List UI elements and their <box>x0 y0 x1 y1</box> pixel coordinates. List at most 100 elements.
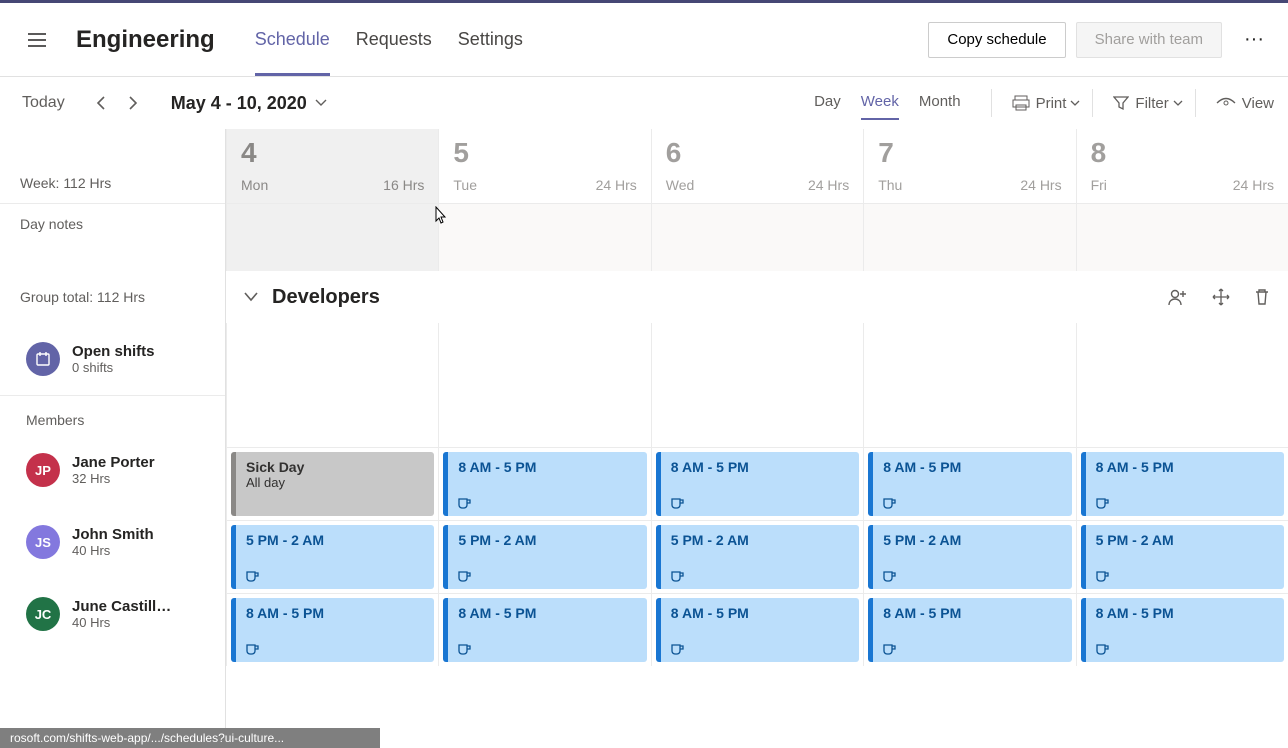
toolbar: Today May 4 - 10, 2020 Day Week Month Pr… <box>0 77 1288 129</box>
shift-card[interactable]: 8 AM - 5 PM <box>231 598 434 662</box>
filter-icon <box>1113 95 1129 111</box>
shift-cell[interactable] <box>651 323 863 447</box>
day-note-cell[interactable] <box>226 204 438 271</box>
shift-cell[interactable]: 5 PM - 2 AM <box>438 520 650 593</box>
shift-card[interactable]: 8 AM - 5 PM <box>443 598 646 662</box>
shift-card[interactable]: 5 PM - 2 AM <box>1081 525 1284 589</box>
shift-card[interactable]: 5 PM - 2 AM <box>443 525 646 589</box>
day-of-week: Fri <box>1091 177 1107 193</box>
member-row-john[interactable]: JS John Smith 40 Hrs <box>0 506 225 578</box>
shift-cell[interactable]: Sick DayAll day <box>226 447 438 520</box>
shift-cell[interactable]: 8 AM - 5 PM <box>863 447 1075 520</box>
shift-cell[interactable]: 5 PM - 2 AM <box>1076 520 1288 593</box>
day-note-cell[interactable] <box>438 204 650 271</box>
share-with-team-button[interactable]: Share with team <box>1076 22 1222 58</box>
day-hours: 24 Hrs <box>1233 177 1274 193</box>
shift-cell[interactable]: 8 AM - 5 PM <box>651 593 863 666</box>
shift-cell[interactable] <box>226 323 438 447</box>
shift-card[interactable]: 8 AM - 5 PM <box>1081 452 1284 516</box>
today-button[interactable]: Today <box>22 94 65 112</box>
print-button[interactable]: Print <box>1012 94 1087 112</box>
date-range-picker[interactable]: May 4 - 10, 2020 <box>171 93 327 114</box>
collapse-group-button[interactable] <box>244 292 258 302</box>
shift-cell[interactable]: 8 AM - 5 PM <box>651 447 863 520</box>
next-week-button[interactable] <box>117 87 149 119</box>
chevron-down-icon <box>1070 100 1086 107</box>
day-header[interactable]: 7 Thu 24 Hrs <box>863 129 1075 203</box>
shift-cell[interactable]: 8 AM - 5 PM <box>1076 447 1288 520</box>
tab-settings[interactable]: Settings <box>458 3 523 76</box>
shift-cell[interactable]: 5 PM - 2 AM <box>226 520 438 593</box>
day-hours: 24 Hrs <box>808 177 849 193</box>
shift-cell[interactable]: 8 AM - 5 PM <box>863 593 1075 666</box>
team-title: Engineering <box>76 26 215 54</box>
group-header: Developers <box>226 271 1288 323</box>
shift-cell[interactable]: 8 AM - 5 PM <box>438 593 650 666</box>
view-week[interactable]: Week <box>861 93 899 114</box>
shift-cell[interactable] <box>863 323 1075 447</box>
open-shifts-row[interactable]: Open shifts 0 shifts <box>0 323 225 395</box>
hamburger-icon[interactable] <box>20 23 54 57</box>
member-row-jane[interactable]: JP Jane Porter 32 Hrs <box>0 434 225 506</box>
day-header[interactable]: 6 Wed 24 Hrs <box>651 129 863 203</box>
move-icon[interactable] <box>1212 288 1230 306</box>
shift-time: 8 AM - 5 PM <box>1096 605 1274 621</box>
day-note-cell[interactable] <box>1076 204 1288 271</box>
shift-time: 5 PM - 2 AM <box>246 532 424 548</box>
filter-button[interactable]: Filter <box>1113 95 1188 112</box>
shift-card[interactable]: 8 AM - 5 PM <box>1081 598 1284 662</box>
chevron-down-icon <box>315 99 327 107</box>
day-notes-label: Day notes <box>0 203 225 271</box>
shift-cell[interactable] <box>438 323 650 447</box>
more-icon[interactable]: ··· <box>1234 28 1274 51</box>
day-header[interactable]: 5 Tue 24 Hrs <box>438 129 650 203</box>
tab-schedule[interactable]: Schedule <box>255 3 330 76</box>
shift-card[interactable]: 8 AM - 5 PM <box>443 452 646 516</box>
shift-time: 8 AM - 5 PM <box>458 459 636 475</box>
view-month[interactable]: Month <box>919 93 961 114</box>
print-label: Print <box>1036 95 1067 112</box>
delete-icon[interactable] <box>1254 288 1270 306</box>
shift-card[interactable]: 5 PM - 2 AM <box>868 525 1071 589</box>
prev-week-button[interactable] <box>85 87 117 119</box>
copy-schedule-button[interactable]: Copy schedule <box>928 22 1065 58</box>
day-note-cell[interactable] <box>651 204 863 271</box>
shift-card[interactable]: 8 AM - 5 PM <box>656 452 859 516</box>
day-header[interactable]: 8 Fri 24 Hrs <box>1076 129 1288 203</box>
shift-cell[interactable]: 8 AM - 5 PM <box>1076 593 1288 666</box>
shift-cell[interactable]: 5 PM - 2 AM <box>651 520 863 593</box>
avatar: JP <box>26 453 60 487</box>
tab-requests[interactable]: Requests <box>356 3 432 76</box>
shift-cell[interactable]: 5 PM - 2 AM <box>863 520 1075 593</box>
break-icon <box>1096 498 1110 510</box>
shift-cell[interactable] <box>1076 323 1288 447</box>
view-day[interactable]: Day <box>814 93 841 114</box>
day-of-week: Thu <box>878 177 902 193</box>
shift-time: 8 AM - 5 PM <box>883 459 1061 475</box>
open-shifts-row-grid <box>226 323 1288 447</box>
shift-card[interactable]: 5 PM - 2 AM <box>231 525 434 589</box>
shift-cell[interactable]: 8 AM - 5 PM <box>226 593 438 666</box>
shift-card[interactable]: 8 AM - 5 PM <box>868 598 1071 662</box>
shift-card[interactable]: 5 PM - 2 AM <box>656 525 859 589</box>
top-tabs: Schedule Requests Settings <box>255 3 549 76</box>
member-name: John Smith <box>72 526 154 543</box>
day-note-cell[interactable] <box>863 204 1075 271</box>
shift-card[interactable]: 8 AM - 5 PM <box>656 598 859 662</box>
break-icon <box>1096 571 1110 583</box>
day-header[interactable]: 4 Mon 16 Hrs <box>226 129 438 203</box>
shift-card[interactable]: Sick DayAll day <box>231 452 434 516</box>
left-column: Week: 112 Hrs Day notes Group total: 112… <box>0 129 226 748</box>
day-hours: 24 Hrs <box>1020 177 1061 193</box>
add-people-icon[interactable] <box>1168 288 1188 306</box>
shift-cell[interactable]: 8 AM - 5 PM <box>438 447 650 520</box>
open-shifts-title: Open shifts <box>72 343 155 360</box>
shift-time: Sick Day <box>246 459 424 475</box>
member-hours: 40 Hrs <box>72 615 171 630</box>
break-icon <box>671 644 685 656</box>
avatar: JS <box>26 525 60 559</box>
member-row-june[interactable]: JC June Castill… 40 Hrs <box>0 578 225 650</box>
top-bar: Engineering Schedule Requests Settings C… <box>0 3 1288 77</box>
view-options-button[interactable]: View <box>1216 95 1274 112</box>
shift-card[interactable]: 8 AM - 5 PM <box>868 452 1071 516</box>
